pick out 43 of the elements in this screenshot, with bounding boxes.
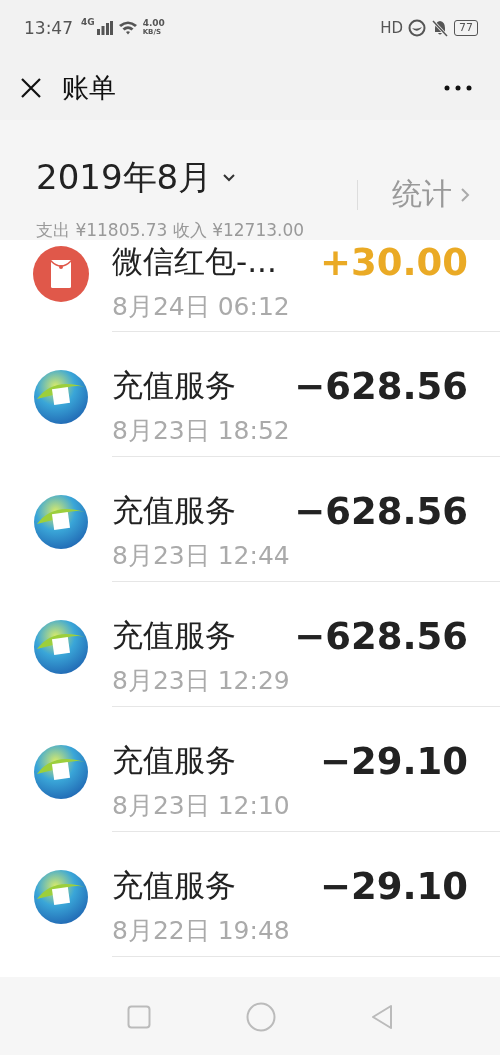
eye-comfort-icon: [408, 18, 426, 37]
muted-bell-icon: [431, 18, 449, 37]
close-icon[interactable]: [20, 76, 42, 99]
more-icon[interactable]: [444, 84, 472, 91]
transaction-time: 8月23日 18:52: [112, 415, 291, 447]
speed-value: 4.00: [142, 18, 165, 28]
wifi-icon: [117, 20, 138, 35]
envelope-icon: [33, 246, 89, 302]
transaction-amount: −628.56: [294, 364, 468, 408]
transaction-title: 充值服务: [112, 366, 236, 405]
month-picker[interactable]: 2019年8月: [36, 154, 237, 201]
globe-icon: [33, 619, 89, 675]
transaction-time: 8月23日 12:44: [112, 540, 291, 572]
transaction-time: 8月23日 12:10: [112, 790, 291, 822]
chevron-down-icon: [222, 173, 237, 182]
transaction-amount: −29.10: [319, 864, 468, 908]
page-title: 账单: [62, 70, 116, 105]
transaction-time: 8月24日 06:12: [112, 291, 291, 323]
transaction-time: 8月23日 12:29: [112, 665, 291, 697]
recent-apps-icon[interactable]: [127, 1005, 152, 1029]
hd-label: HD: [380, 18, 403, 37]
transaction-title: 充值服务: [112, 491, 236, 530]
network-type: 4G: [81, 17, 95, 27]
transaction-amount: −29.10: [319, 739, 468, 783]
transaction-title: 微信红包-...: [112, 242, 277, 281]
month-summary: 支出 ¥11805.73 收入 ¥12713.00: [36, 219, 306, 242]
transaction-title: 充值服务: [112, 616, 236, 655]
battery-indicator: 77: [454, 19, 478, 36]
back-icon[interactable]: [370, 1004, 393, 1030]
globe-icon: [33, 744, 89, 800]
signal-icon: [96, 20, 113, 35]
globe-icon: [33, 869, 89, 925]
transaction-time: 8月22日 19:48: [112, 915, 291, 947]
home-icon[interactable]: [246, 1002, 276, 1032]
globe-icon: [33, 494, 89, 550]
clock: 13:47: [24, 17, 73, 38]
transaction-title: 充值服务: [112, 866, 236, 905]
transaction-amount: −628.56: [294, 614, 468, 658]
transaction-amount: −628.56: [294, 489, 468, 533]
transaction-title: 充值服务: [112, 741, 236, 780]
globe-icon: [33, 369, 89, 425]
transaction-amount: +30.00: [319, 240, 468, 284]
chevron-right-icon: [460, 186, 470, 203]
